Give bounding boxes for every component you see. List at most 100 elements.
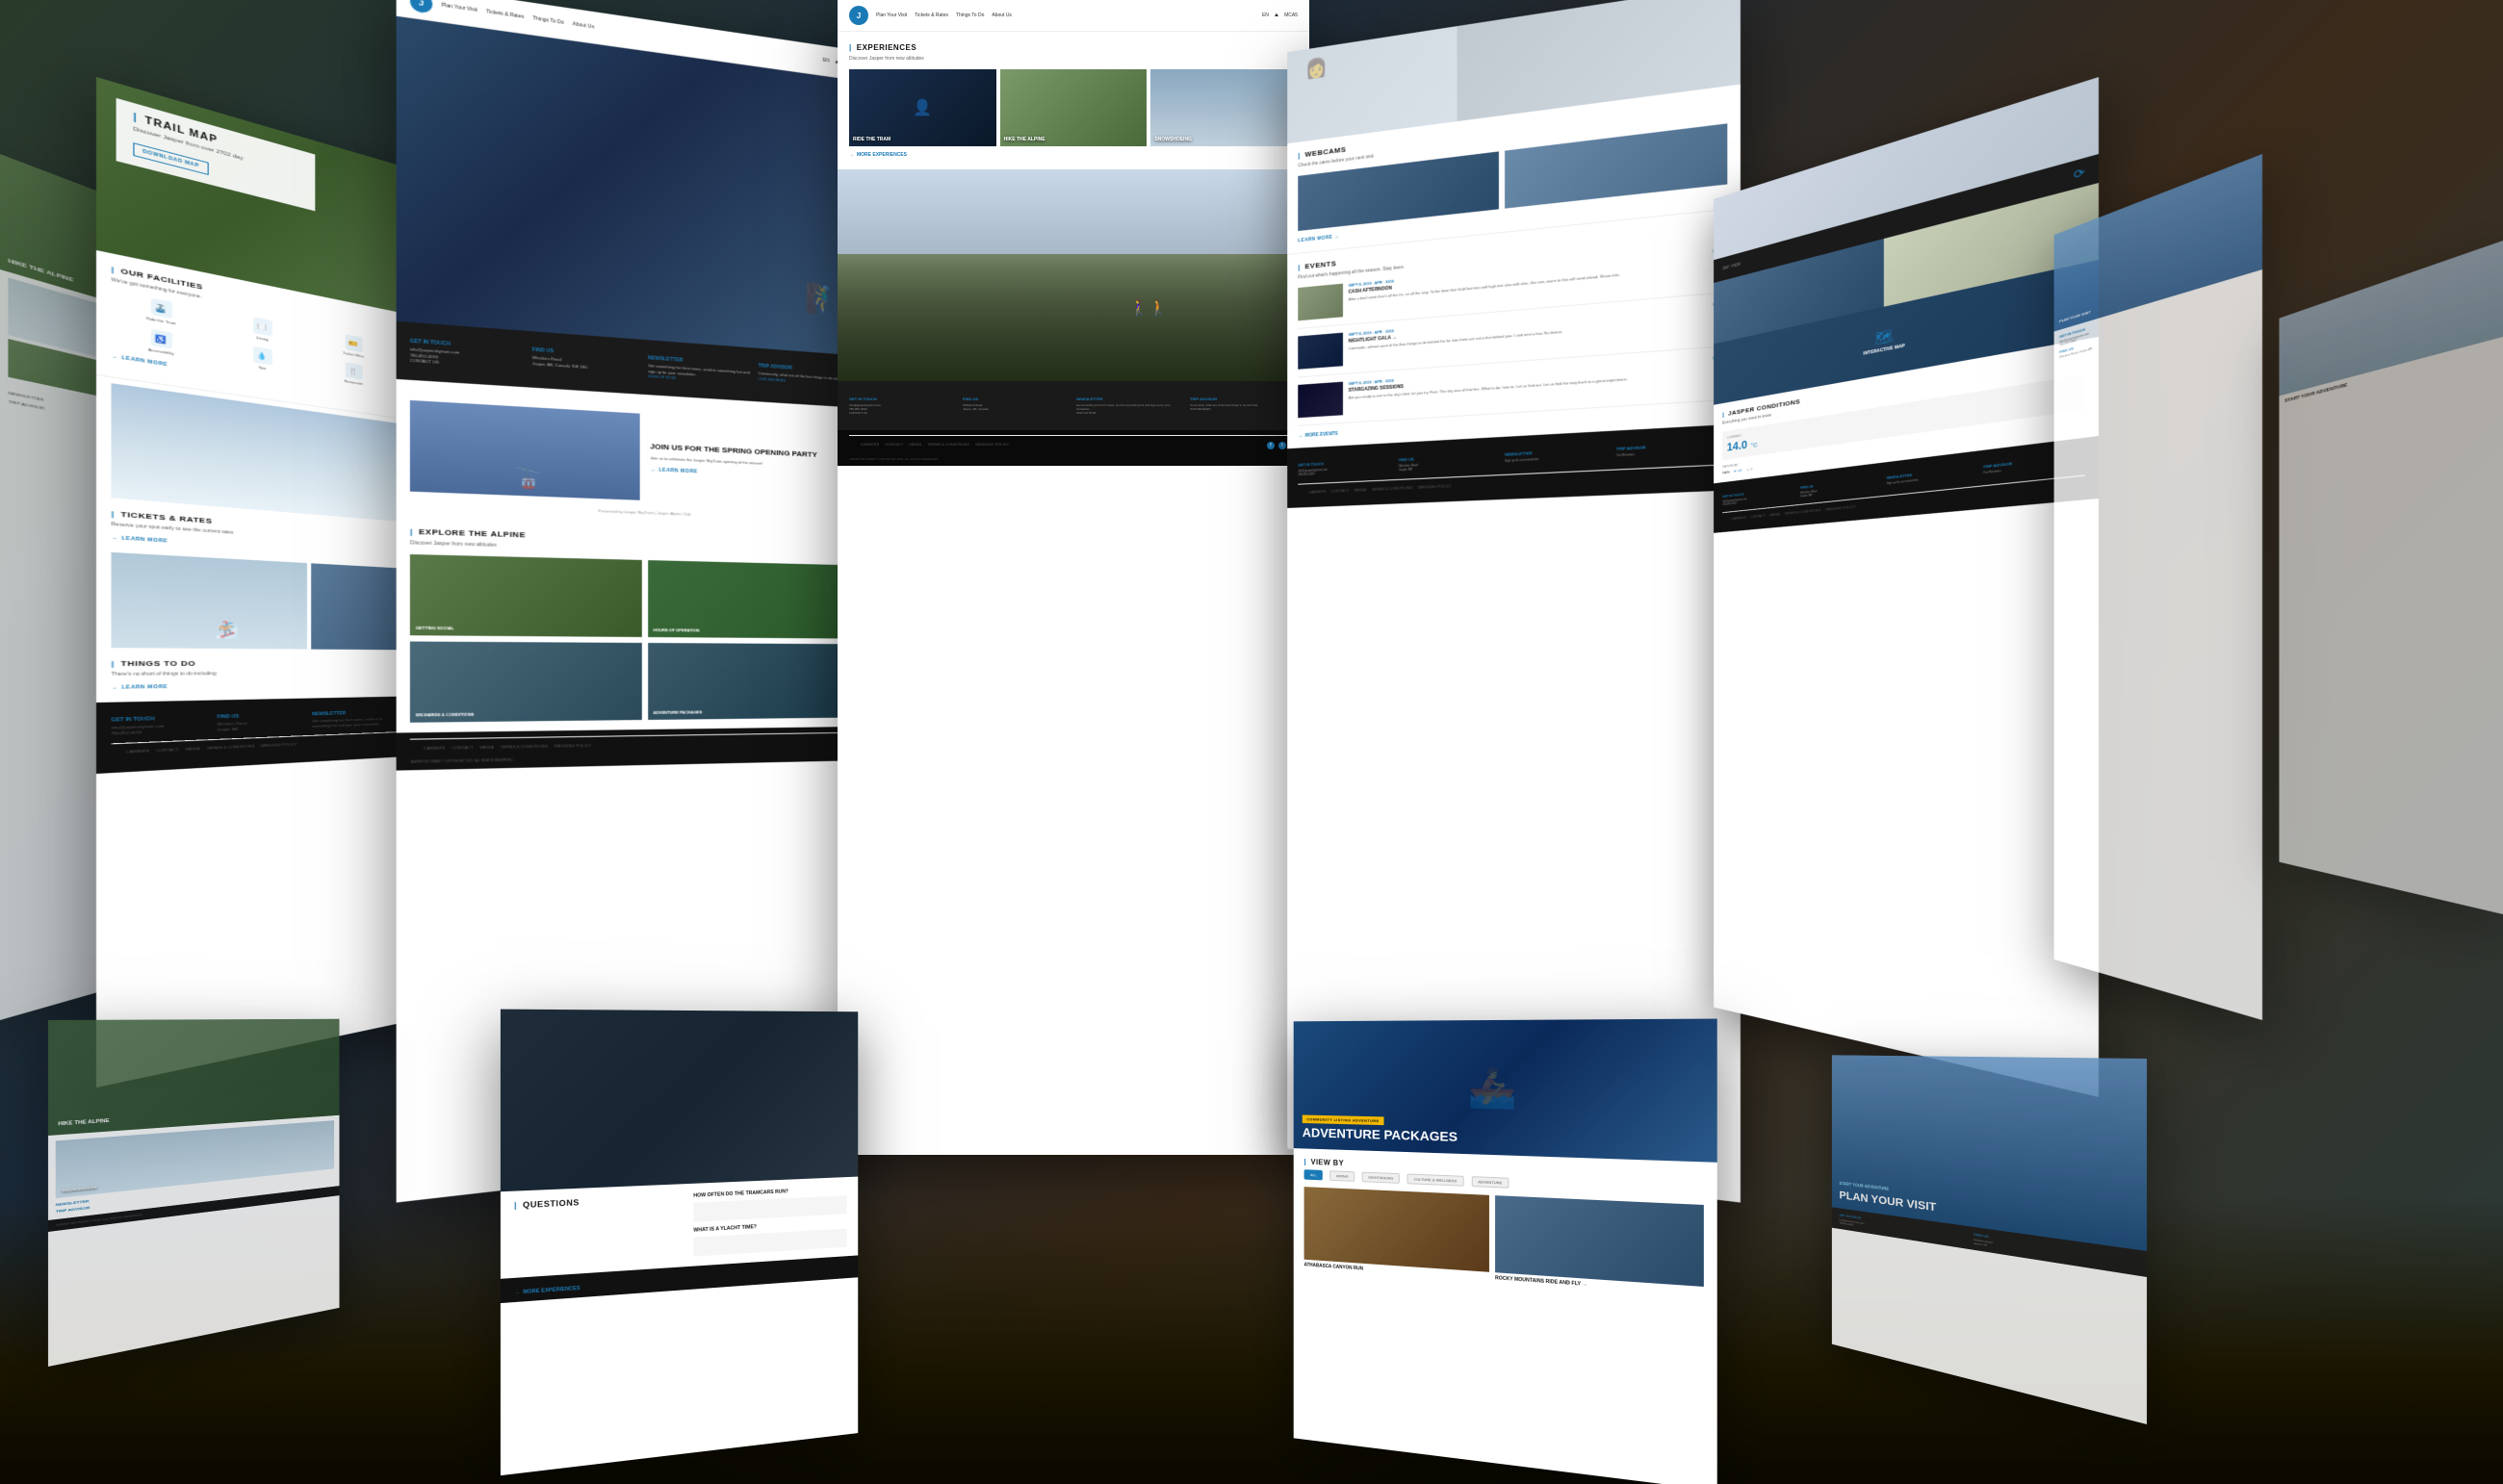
cr-contact-link[interactable]: CONTACT (1331, 488, 1349, 494)
trail-map-overlay: TRAIL MAP Discover Jasper from over 2702… (116, 98, 316, 211)
right-contact[interactable]: CONTACT (1750, 513, 1765, 519)
center-plan-visit[interactable]: Plan Your Visit (876, 13, 907, 18)
cr-person: 👩 (1305, 55, 1328, 81)
panel-bottom-center-right: 🚣 COMMUNITY LISTING ADVENTURE ADVENTURE … (1294, 1019, 1717, 1484)
wedding-link[interactable]: WEDDING POLICY (261, 742, 297, 753)
center-nav-logo: J (849, 6, 868, 25)
center-wedding[interactable]: WEDDING POLICY (975, 442, 1009, 449)
right-careers[interactable]: CAREERS (1731, 515, 1745, 521)
center-ta-info: Community, what are of the few things to… (1190, 403, 1298, 411)
tram-img-bg: 👤 (849, 69, 996, 146)
center-facebook[interactable]: f (1267, 442, 1275, 449)
center-things[interactable]: Things To Do (956, 13, 984, 18)
ride-fly-img (1495, 1195, 1704, 1287)
faq-col-1: QUESTIONS (514, 1193, 684, 1267)
spa-icon: 💧 (253, 346, 272, 366)
center-about[interactable]: About Us (992, 13, 1012, 18)
cr-media[interactable]: MEDIA (1355, 487, 1366, 492)
arrow-icon: → (112, 353, 118, 360)
cl-wedding[interactable]: WEDDING POLICY (555, 743, 592, 749)
center-careers[interactable]: CAREERS (861, 442, 879, 449)
center-footer-links: CAREERS CONTACT MEDIA TERMS & CONDITIONS… (849, 435, 1298, 455)
center-find-us: FIND US Whistlers RoadJasper, AB, Canada (963, 397, 1071, 415)
faq-hero: NOW OPEN SPRING FREQUENTLY ASKED QUESTIO… (501, 1010, 858, 1192)
things-arrow-icon: → (112, 685, 118, 691)
right-terms[interactable]: TERMS & CONDITIONS (1785, 508, 1820, 516)
mountain-dark (838, 254, 1309, 381)
cr-wedding[interactable]: WEDDING POLICY (1418, 483, 1452, 489)
panel-center: J Plan Your Visit Tickets & Rates Things… (838, 0, 1309, 1155)
center-tickets[interactable]: Tickets & Rates (915, 13, 948, 18)
careers-link[interactable]: CAREERS (126, 749, 149, 759)
panels-container: HIKE THE ALPINE NEWSLETTER TRIP ADVISOR … (0, 0, 2503, 1484)
contact-link[interactable]: CONTACT (156, 747, 178, 757)
center-git-info: info@jasperskytram.com780-852-3093CONTAC… (849, 403, 957, 415)
bl-hero-text: HIKE THE ALPINE (58, 1118, 109, 1127)
more-experiences-link[interactable]: → MORE EXPERIENCES (849, 152, 1298, 158)
filter-sightseeing[interactable]: SIGHTSEEING (1362, 1172, 1400, 1184)
nav-about[interactable]: About Us (573, 21, 594, 30)
gondola-image: 🚡 (410, 400, 640, 500)
contact-newsletter: NEWSLETTER Get something hot from news, … (312, 709, 393, 728)
exp-card-tram[interactable]: 👤 RIDE THE TRAM (849, 69, 996, 146)
get-in-touch-details: info@jasperskytram.com780-852-3093 (112, 722, 211, 735)
access-icon: ♿ (150, 329, 171, 349)
filter-culture[interactable]: CULTURE & WELLNESS (1407, 1173, 1463, 1186)
panel-right: 360° VIEW ⟳ 🗺 INTERACTIVE MAP JASPER CON… (1714, 77, 2099, 1097)
hikers-on-mountain: 🚶‍♀️🚶 (1129, 298, 1168, 318)
filter-all[interactable]: ALL (1304, 1169, 1323, 1180)
media-link[interactable]: MEDIA (186, 746, 200, 755)
cl-careers[interactable]: CAREERS (424, 745, 446, 751)
forecast-low: L: 2° (1747, 467, 1754, 472)
center-lang[interactable]: EN (1262, 13, 1269, 18)
faq-overlay (501, 1010, 858, 1192)
event-title-1: CASH AFTERNOON (1349, 256, 1706, 294)
explore-section: EXPLORE THE ALPINE Discover Jasper from … (397, 516, 869, 732)
cl-media[interactable]: MEDIA (479, 744, 493, 749)
temp-value: 14.0 (1727, 438, 1747, 453)
center-weather[interactable]: MCA5 (1284, 13, 1298, 18)
cl-contact[interactable]: CONTACT (452, 745, 474, 751)
tram-person: 👤 (913, 98, 932, 117)
right-media[interactable]: MEDIA (1769, 512, 1779, 517)
join-arrow: → (650, 467, 656, 473)
contact-get-in-touch: GET IN TOUCH info@jasperskytram.com780-8… (112, 715, 211, 736)
hike-card-label: HIKE THE ALPINE (1004, 137, 1045, 142)
event-img-2 (1298, 333, 1343, 370)
nav-tickets[interactable]: Tickets & Rates (486, 9, 524, 20)
filter-adventure[interactable]: ADVENTURE (1471, 1176, 1509, 1189)
center-social: f t (1267, 442, 1286, 449)
language-icon[interactable]: EN (823, 58, 830, 64)
center-terms[interactable]: TERMS & CONDITIONS (927, 442, 969, 449)
snowboarder-img: 🏂 (112, 552, 308, 650)
cr-careers[interactable]: CAREERS (1308, 489, 1326, 495)
center-nav-links[interactable]: Plan Your Visit Tickets & Rates Things T… (876, 13, 1254, 18)
adv-text: COMMUNITY LISTING ADVENTURE ADVENTURE PA… (1294, 1099, 1467, 1154)
exp-card-hike[interactable]: HIKE THE ALPINE (1000, 69, 1148, 146)
right-wedding[interactable]: WEDDING POLICY (1825, 504, 1855, 511)
exp-card-snow[interactable]: SNOWSHOEING (1150, 69, 1298, 146)
terms-link[interactable]: TERMS & CONDITIONS (206, 744, 254, 755)
event-img-3 (1298, 382, 1343, 419)
center-fu-info: Whistlers RoadJasper, AB, Canada (963, 403, 1071, 411)
sky-area (838, 169, 1309, 254)
more-events-text: MORE EVENTS (1305, 431, 1338, 439)
center-nav: J Plan Your Visit Tickets & Rates Things… (838, 0, 1309, 32)
center-media[interactable]: MEDIA (909, 442, 921, 449)
activity-canyon[interactable]: ATHABASCA CANYON RUN (1304, 1187, 1489, 1281)
activity-ride-fly[interactable]: ROCKY MOUNTAINS RIDE AND FLY → (1495, 1195, 1704, 1295)
nav-things[interactable]: Things To Do (532, 15, 564, 26)
bl-snowshoers-label: SNOWSHOERS (62, 1185, 97, 1193)
center-contact[interactable]: CONTACT (885, 442, 903, 449)
center-twitter[interactable]: t (1278, 442, 1286, 449)
cr-terms[interactable]: TERMS & CONDITIONS (1372, 485, 1413, 492)
faq-grid: QUESTIONS HOW OFTEN DO THE TRAMCARS RUN?… (514, 1187, 847, 1268)
right-get-in-touch: GET IN TOUCH info@jasperskytram.com780-8… (1722, 486, 1795, 506)
right-newsletter: NEWSLETTER Sign up for our newsletter. (1887, 466, 1977, 489)
contact-find-us: FIND US Whistlers RoadJasper, AB (217, 712, 306, 732)
nav-plan-visit[interactable]: Plan Your Visit (442, 2, 477, 13)
center-mountain[interactable]: ⛰ (1275, 13, 1278, 18)
event-img-1 (1298, 284, 1343, 321)
cl-terms[interactable]: TERMS & CONDITIONS (501, 743, 548, 749)
filter-hiking[interactable]: HIKING (1329, 1170, 1355, 1182)
